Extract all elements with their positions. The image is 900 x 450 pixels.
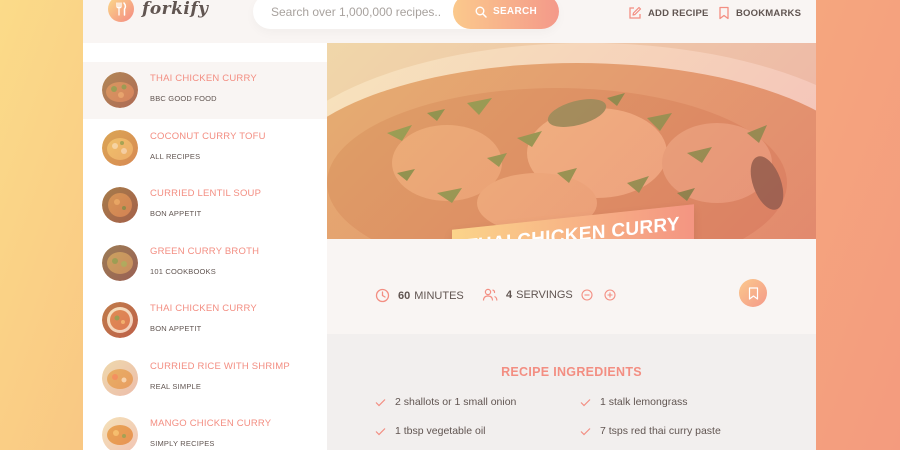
result-item[interactable]: THAI CHICKEN CURRY BON APPETIT (83, 292, 327, 349)
result-item[interactable]: GREEN CURRY BROTH 101 COOKBOOKS (83, 235, 327, 292)
minutes-unit: MINUTES (414, 289, 464, 302)
recipe-ingredients: RECIPE INGREDIENTS 2 shallots or 1 small… (327, 334, 816, 450)
cooking-time: 60 MINUTES (375, 288, 464, 303)
result-item[interactable]: COCONUT CURRY TOFU ALL RECIPES (83, 120, 327, 177)
ingredient-text: 1 tbsp vegetable oil (395, 425, 486, 437)
logo-text: forkify (142, 0, 209, 19)
ingredient-item: 1 tbsp vegetable oil (375, 425, 485, 437)
ingredients-heading: RECIPE INGREDIENTS (501, 365, 642, 379)
result-publisher: 101 COOKBOOKS (150, 267, 216, 276)
recipe-bookmark-button[interactable] (739, 279, 767, 307)
ingredient-text: 2 shallots or 1 small onion (395, 396, 517, 408)
result-thumbnail (102, 245, 138, 281)
bookmarks-button[interactable]: BOOKMARKS (718, 6, 801, 20)
result-title: CURRIED LENTIL SOUP (150, 188, 262, 199)
search-results: THAI CHICKEN CURRY BBC GOOD FOOD COCONUT… (83, 43, 327, 450)
search-input[interactable] (271, 4, 441, 19)
result-thumbnail (102, 417, 138, 450)
result-publisher: ALL RECIPES (150, 152, 201, 161)
result-item[interactable]: THAI CHICKEN CURRY BBC GOOD FOOD (83, 62, 327, 119)
check-icon (375, 427, 386, 435)
bookmarks-label: BOOKMARKS (736, 7, 802, 19)
increase-servings-button[interactable] (604, 289, 624, 301)
result-title: THAI CHICKEN CURRY (150, 73, 257, 84)
users-icon (482, 288, 498, 301)
check-icon (580, 427, 591, 435)
minutes-value: 60 (398, 289, 411, 302)
result-title: MANGO CHICKEN CURRY (150, 418, 272, 429)
minus-circle-icon (581, 289, 593, 301)
plus-circle-icon (604, 289, 616, 301)
clock-icon (375, 288, 390, 303)
edit-icon (629, 6, 642, 19)
servings: 4 SERVINGS (482, 288, 624, 302)
result-title: CURRIED RICE WITH SHRIMP (150, 361, 290, 372)
result-thumbnail (102, 130, 138, 166)
search-button[interactable]: SEARCH (453, 0, 559, 29)
result-publisher: BBC GOOD FOOD (150, 94, 217, 103)
result-thumbnail (102, 187, 138, 223)
recipe-image (327, 43, 816, 239)
recipe-details: 60 MINUTES 4 SERVINGS (327, 239, 816, 334)
header: forkify SEARCH ADD RECIPE BOOKM (83, 0, 816, 43)
ingredient-text: 1 stalk lemongrass (600, 396, 688, 408)
result-publisher: SIMPLY RECIPES (150, 439, 215, 448)
add-recipe-button[interactable]: ADD RECIPE (628, 6, 709, 20)
result-item[interactable]: MANGO CHICKEN CURRY SIMPLY RECIPES (83, 407, 327, 450)
app-container: forkify SEARCH ADD RECIPE BOOKM (83, 0, 816, 450)
result-publisher: REAL SIMPLE (150, 382, 202, 391)
servings-value: 4 (506, 289, 513, 301)
result-thumbnail (102, 72, 138, 108)
search-icon (475, 6, 487, 18)
result-thumbnail (102, 360, 138, 396)
decrease-servings-button[interactable] (581, 289, 601, 301)
check-icon (580, 398, 591, 406)
logo[interactable]: forkify (108, 0, 209, 22)
add-recipe-label: ADD RECIPE (648, 7, 709, 19)
image-overlay (327, 43, 816, 239)
result-publisher: BON APPETIT (150, 209, 202, 218)
result-title: THAI CHICKEN CURRY (150, 303, 257, 314)
search-button-label: SEARCH (492, 6, 538, 17)
ingredient-item: 2 shallots or 1 small onion (375, 396, 516, 408)
fork-knife-icon (108, 0, 134, 22)
servings-unit: SERVINGS (516, 289, 573, 301)
result-publisher: BON APPETIT (150, 324, 202, 333)
check-icon (375, 398, 386, 406)
bookmark-icon (719, 6, 729, 20)
result-item[interactable]: CURRIED RICE WITH SHRIMP REAL SIMPLE (83, 350, 327, 407)
ingredient-text: 7 tsps red thai curry paste (600, 425, 721, 437)
result-title: COCONUT CURRY TOFU (150, 131, 266, 142)
bookmark-icon (748, 286, 758, 300)
search-form: SEARCH (253, 0, 559, 29)
result-title: GREEN CURRY BROTH (150, 246, 260, 257)
recipe-panel: THAI CHICKEN CURRY 60 MINUTES 4 SERVINGS (327, 43, 816, 450)
result-thumbnail (102, 302, 138, 338)
result-item[interactable]: CURRIED LENTIL SOUP BON APPETIT (83, 177, 327, 234)
ingredient-item: 1 stalk lemongrass (580, 396, 688, 408)
ingredient-item: 7 tsps red thai curry paste (580, 425, 721, 437)
